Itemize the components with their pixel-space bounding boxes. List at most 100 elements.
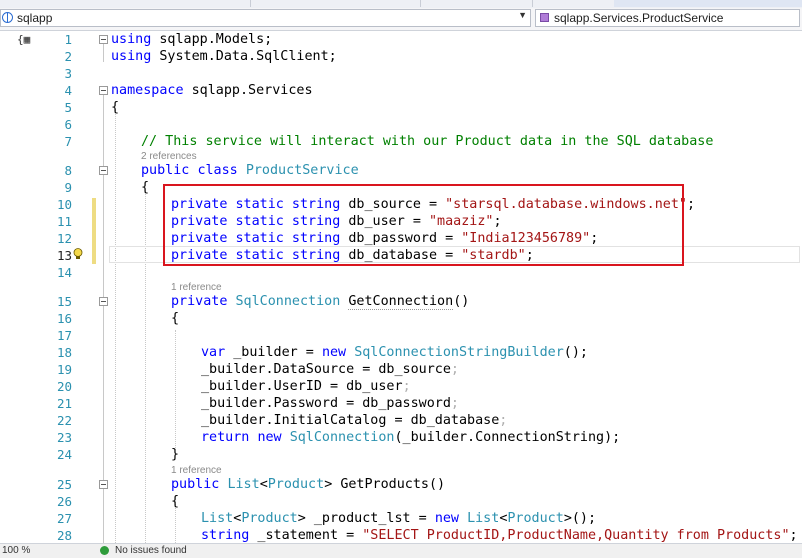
code-text: { [111, 100, 120, 115]
code-text: { [171, 311, 180, 326]
lightbulb-icon[interactable] [73, 248, 83, 260]
type-name: List [201, 511, 234, 526]
code-line: 20 _builder.UserID = db_user; [0, 378, 802, 395]
line-number: 27 [56, 511, 72, 526]
type-name: SqlConnection [235, 294, 341, 309]
project-label: sqlapp [17, 11, 53, 25]
code-text: string _statement = "SELECT ProductID,Pr… [201, 527, 798, 544]
keyword: using [111, 32, 152, 47]
code-text: _builder.InitialCatalog = db_database; [201, 412, 507, 429]
line-number: 8 [64, 163, 72, 178]
collapse-toggle[interactable] [99, 166, 108, 175]
type-name: List [227, 477, 260, 492]
code-fragment: ; [686, 197, 696, 212]
code-fragment: _builder.InitialCatalog = db_database [201, 413, 500, 428]
line-number: 12 [56, 231, 72, 246]
code-fragment: (); [563, 345, 588, 360]
code-text: _builder.Password = db_password; [201, 395, 459, 412]
code-line: 19 _builder.DataSource = db_source; [0, 361, 802, 378]
code-line: 26 { [0, 493, 802, 510]
code-text: var _builder = new SqlConnectionStringBu… [201, 344, 588, 361]
line-number: 15 [56, 294, 72, 309]
document-tab-active[interactable] [614, 0, 802, 7]
collapse-toggle[interactable] [99, 35, 108, 44]
code-line: 24 } [0, 446, 802, 463]
check-circle-icon [100, 546, 109, 555]
line-number: 10 [56, 197, 72, 212]
code-fragment: ; [789, 528, 798, 543]
code-line: 28 string _statement = "SELECT ProductID… [0, 527, 802, 544]
class-icon [540, 13, 549, 22]
code-fragment: UserID [273, 379, 322, 394]
class-dropdown[interactable]: sqlapp.Services.ProductService [535, 9, 800, 27]
keyword: new [257, 430, 282, 445]
code-text: { [171, 494, 180, 509]
code-text: namespace sqlapp.Services [111, 82, 313, 99]
issues-status[interactable]: No issues found [115, 545, 187, 556]
code-line: 18 var _builder = new SqlConnectionStrin… [0, 344, 802, 361]
line-number: 13 [56, 248, 72, 263]
keyword: public [171, 477, 220, 492]
keyword: class [197, 163, 238, 178]
line-number: 2 [64, 49, 72, 64]
line-number: 5 [64, 100, 72, 115]
code-text: } [171, 447, 180, 462]
document-tab[interactable] [0, 0, 251, 7]
type-name: SqlConnectionStringBuilder [354, 345, 564, 360]
code-line: 25 public List<Product> GetProducts() [0, 476, 802, 493]
code-line: 6 [0, 116, 802, 133]
code-text: { [141, 180, 150, 195]
code-fragment: () [429, 477, 446, 492]
type-name: Product [507, 511, 564, 526]
type-name: List [467, 511, 500, 526]
code-line: 4 namespace sqlapp.Services [0, 82, 802, 99]
line-number: 16 [56, 311, 72, 326]
line-number: 1 [64, 32, 72, 47]
keyword: using [111, 49, 152, 64]
line-number: 4 [64, 83, 72, 98]
code-text: using sqlapp.Models; [111, 31, 272, 48]
line-number: 24 [56, 447, 72, 462]
code-text: List<Product> _product_lst = new List<Pr… [201, 511, 597, 526]
class-label: sqlapp.Services.ProductService [554, 11, 724, 25]
document-tab[interactable] [250, 0, 421, 7]
collapse-toggle[interactable] [99, 297, 108, 306]
globe-icon [2, 12, 13, 23]
code-fragment: () [453, 294, 470, 309]
code-line: 1 using sqlapp.Models; [0, 31, 802, 48]
code-fragment: (_builder.ConnectionString); [394, 430, 621, 445]
navigation-bar: sqlapp ▼ sqlapp.Services.ProductService [0, 8, 802, 31]
document-tab[interactable] [532, 0, 615, 7]
code-text: _builder.DataSource = db_source; [201, 361, 459, 378]
status-bar: 100 % No issues found [0, 543, 802, 558]
line-number: 28 [56, 528, 72, 543]
zoom-level[interactable]: 100 % [2, 545, 30, 556]
line-number: 3 [64, 66, 72, 81]
code-line: 22 _builder.InitialCatalog = db_database… [0, 412, 802, 429]
code-line: 27 List<Product> _product_lst = new List… [0, 510, 802, 527]
keyword: new [321, 345, 347, 360]
code-fragment: _builder. [201, 379, 274, 394]
code-line: 2 using System.Data.SqlClient; [0, 48, 802, 65]
line-number: 20 [56, 379, 72, 394]
line-number: 26 [56, 494, 72, 509]
type-name: Product [241, 511, 298, 526]
code-fragment: ; [499, 413, 508, 428]
code-line: 7 // This service will interact with our… [0, 133, 802, 150]
code-fragment: System.Data.SqlClient; [151, 49, 337, 64]
code-text: _builder.UserID = db_user; [201, 378, 411, 395]
code-fragment: _builder.DataSource = db_source [201, 362, 451, 377]
collapse-toggle[interactable] [99, 480, 108, 489]
collapse-toggle[interactable] [99, 86, 108, 95]
red-annotation-box [163, 184, 684, 266]
type-name: ProductService [245, 163, 359, 178]
keyword: private [171, 294, 228, 309]
document-tab[interactable] [420, 0, 533, 7]
code-line: 14 [0, 264, 802, 281]
line-number: 18 [56, 345, 72, 360]
code-editor[interactable]: {▦ 1 using sqlapp.Models; 2 using System… [0, 31, 802, 543]
code-line: 15 private SqlConnection GetConnection() [0, 293, 802, 310]
project-dropdown[interactable]: sqlapp ▼ [0, 9, 531, 27]
line-number: 19 [56, 362, 72, 377]
code-comment: // This service will interact with our P… [141, 134, 714, 149]
